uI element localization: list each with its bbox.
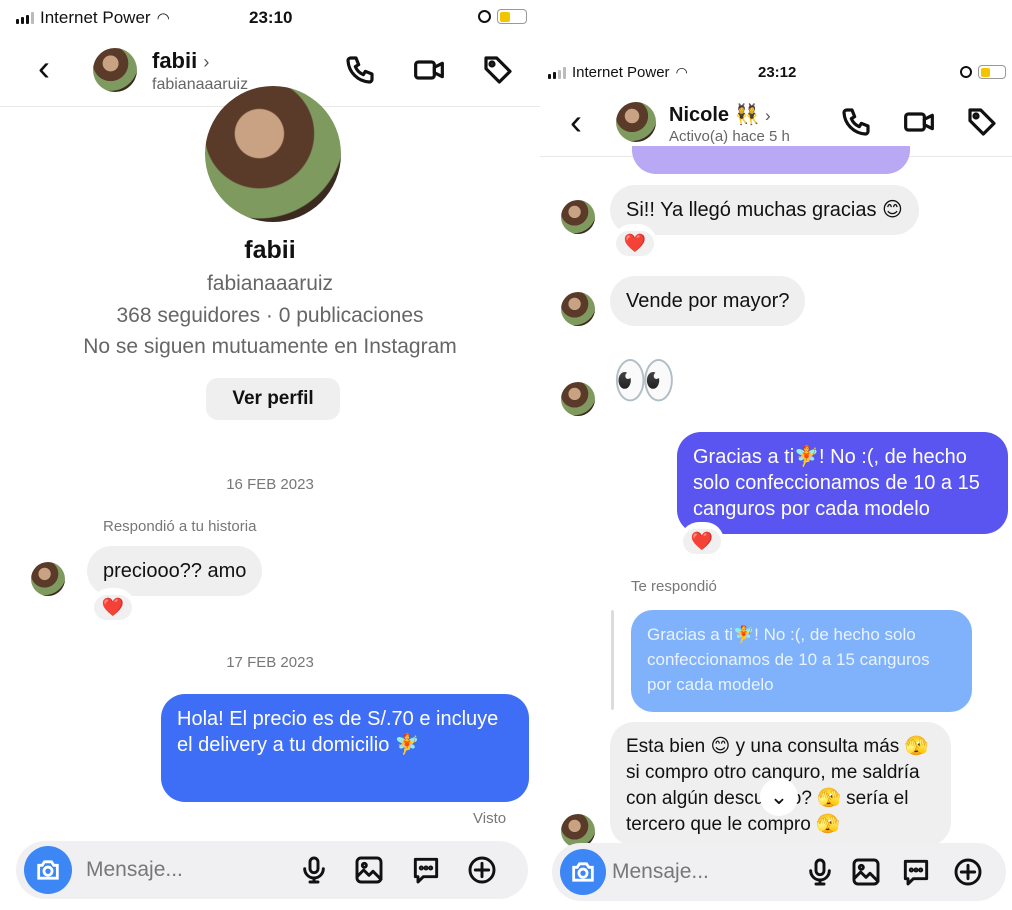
profile-name: fabii (244, 236, 296, 264)
add-icon[interactable] (466, 854, 498, 886)
camera-button[interactable] (560, 849, 606, 895)
sender-avatar[interactable] (561, 292, 595, 326)
emoji-message[interactable]: 👀 (612, 352, 677, 410)
carrier-name: Internet Power (40, 8, 151, 27)
status-time: 23:12 (758, 64, 797, 81)
reply-indicator-bar (611, 610, 614, 710)
gallery-icon[interactable] (353, 854, 385, 886)
view-profile-button[interactable]: Ver perfil (206, 378, 340, 420)
tag-icon[interactable] (964, 104, 1000, 140)
profile-stats: 368 seguidores · 0 publicaciones (116, 304, 424, 327)
mutual-status: No se siguen mutuamente en Instagram (83, 335, 457, 358)
status-time: 23:10 (249, 8, 293, 27)
message-composer: Mensaje... (16, 841, 528, 899)
story-reply-label: Respondió a tu historia (103, 518, 257, 535)
message-composer: Mensaje... (552, 843, 1006, 901)
header-name-link[interactable]: Nicole 👯 › (669, 102, 771, 127)
chevron-right-icon: › (203, 52, 210, 72)
profile-avatar[interactable] (205, 86, 341, 222)
chat-panel-fabii: Internet Power ◠ 23:10 ‹ fabii › fabiana… (0, 0, 540, 910)
rotation-lock-icon (478, 10, 491, 23)
sender-avatar[interactable] (561, 382, 595, 416)
sticker-chat-icon[interactable] (900, 856, 932, 888)
rotation-lock-icon (960, 66, 972, 78)
video-icon[interactable] (411, 52, 447, 88)
scroll-down-chevron-icon[interactable]: ⌄ (760, 778, 798, 816)
header-username: fabianaaaruiz (152, 76, 249, 93)
microphone-icon[interactable] (298, 854, 330, 886)
message-bubble-outgoing[interactable]: Gracias a ti🧚! No :(, de hecho solo conf… (677, 432, 1008, 534)
heart-reaction: ❤️ (615, 230, 655, 256)
sender-avatar[interactable] (561, 200, 595, 234)
battery-icon (978, 65, 1006, 79)
message-input[interactable]: Mensaje... (86, 858, 183, 882)
message-input[interactable]: Mensaje... (612, 860, 709, 884)
carrier: Internet Power ◠ (16, 8, 170, 28)
camera-button[interactable] (24, 846, 72, 894)
status-bar: Internet Power ◠ 23:12 (540, 56, 1012, 90)
microphone-icon[interactable] (804, 856, 836, 888)
signal-icon (548, 66, 566, 79)
message-bubble-incoming[interactable]: Vende por mayor? (610, 276, 806, 326)
date-separator: 17 FEB 2023 (226, 654, 314, 671)
reaction-badge[interactable]: ❤️ (682, 524, 722, 558)
header-name: Nicole 👯 (669, 104, 760, 126)
chat-panel-nicole: Internet Power ◠ 23:12 ‹ Nicole 👯 › Acti… (540, 0, 1012, 910)
sender-avatar[interactable] (31, 562, 65, 596)
status-bar: Internet Power ◠ 23:10 (0, 0, 540, 34)
reply-label: Te respondió (631, 578, 717, 595)
header-name-link[interactable]: fabii › (152, 48, 209, 74)
previous-message-edge (632, 146, 910, 174)
message-bubble-incoming[interactable]: preciooo?? amo (87, 546, 263, 596)
signal-icon (16, 12, 34, 24)
avatar[interactable] (616, 102, 656, 142)
battery-icon (497, 9, 527, 24)
reaction-badge[interactable]: ❤️ (93, 590, 133, 624)
profile-username: fabianaaaruiz (206, 272, 334, 295)
chevron-right-icon: › (765, 106, 771, 125)
camera-icon (37, 860, 59, 880)
phone-icon[interactable] (342, 52, 378, 88)
header-name: fabii (152, 48, 198, 73)
heart-reaction: ❤️ (682, 528, 722, 554)
seen-indicator: Visto (473, 810, 507, 827)
wifi-icon: ◠ (156, 10, 170, 27)
add-icon[interactable] (952, 856, 984, 888)
quoted-message[interactable]: Gracias a ti🧚! No :(, de hecho solo conf… (631, 610, 972, 712)
date-separator: 16 FEB 2023 (226, 476, 314, 493)
message-bubble-incoming[interactable]: Si!! Ya llegó muchas gracias 😊 (610, 185, 919, 235)
heart-reaction: ❤️ (93, 594, 133, 620)
phone-icon[interactable] (838, 104, 874, 140)
carrier: Internet Power ◠ (548, 64, 688, 81)
message-bubble-outgoing[interactable]: Hola! El precio es de S/.70 e incluye el… (161, 694, 529, 802)
sticker-chat-icon[interactable] (410, 854, 442, 886)
wifi-icon: ◠ (675, 64, 688, 80)
avatar[interactable] (93, 48, 137, 92)
back-chevron-icon[interactable]: ‹ (38, 50, 50, 86)
carrier-name: Internet Power (572, 64, 670, 81)
battery-area (478, 9, 527, 24)
back-chevron-icon[interactable]: ‹ (570, 104, 582, 140)
battery-area (960, 65, 1006, 79)
activity-status: Activo(a) hace 5 h (669, 128, 790, 145)
camera-icon (572, 862, 594, 882)
gallery-icon[interactable] (850, 856, 882, 888)
tag-icon[interactable] (480, 52, 516, 88)
reaction-badge[interactable]: ❤️ (615, 226, 655, 260)
video-icon[interactable] (901, 104, 937, 140)
